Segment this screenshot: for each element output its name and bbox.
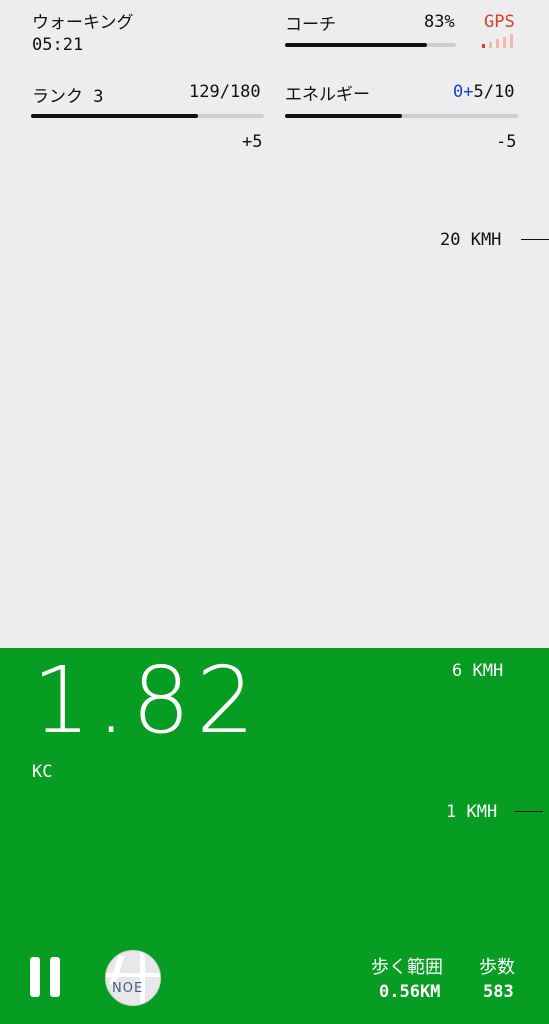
coach-progress-bar — [285, 43, 456, 47]
speed-marker-top: 20 KMH — [440, 230, 502, 250]
energy-gain: 0+ — [453, 82, 474, 102]
gps-signal-bar — [496, 39, 499, 48]
energy-progress-bar — [285, 114, 518, 118]
map-label: NOE — [112, 981, 144, 996]
rank-label: ランク 3 — [32, 87, 104, 107]
speed-marker-low: 1 KMH — [446, 802, 498, 822]
speed-marker-low-tick — [515, 811, 543, 812]
pause-icon — [30, 957, 40, 997]
map-road — [140, 951, 145, 1005]
gps-label: GPS — [484, 12, 515, 32]
activity-timer: 05:21 — [32, 35, 84, 55]
main-metric-value: 1.82 — [32, 647, 261, 754]
rank-value: 129/180 — [189, 82, 261, 102]
steps-label: 歩数 — [479, 957, 515, 978]
energy-delta: -5 — [496, 132, 517, 152]
rank-delta: +5 — [242, 132, 263, 152]
rank-progress-fill — [31, 114, 199, 118]
distance-value: 0.56KM — [379, 982, 441, 1002]
main-metric-unit: KC — [32, 762, 53, 782]
distance-label: 歩く範囲 — [371, 957, 443, 978]
gps-signal-bar — [489, 41, 492, 48]
gps-signal-bar — [510, 34, 513, 48]
energy-value-group: 0+5/10 — [453, 82, 514, 102]
pause-icon-bar — [50, 957, 60, 997]
gps-signal-bar — [503, 36, 506, 48]
rank-progress-bar — [31, 114, 264, 118]
energy-progress-fill — [285, 114, 402, 118]
activity-name: ウォーキング — [32, 13, 134, 33]
coach-progress-fill — [285, 43, 427, 47]
energy-label: エネルギー — [285, 85, 370, 105]
coach-percent: 83% — [424, 12, 455, 32]
speed-marker-mid: 6 KMH — [452, 661, 504, 681]
pause-button[interactable] — [28, 955, 66, 999]
coach-label: コーチ — [285, 15, 336, 35]
gps-signal-bar — [482, 44, 485, 48]
speed-marker-top-tick — [521, 239, 549, 240]
energy-value: 5/10 — [473, 82, 515, 102]
steps-value: 583 — [483, 982, 514, 1002]
gps-signal-icon — [482, 34, 518, 48]
map-thumbnail-button[interactable]: NOE — [105, 950, 161, 1006]
map-road — [106, 973, 160, 977]
